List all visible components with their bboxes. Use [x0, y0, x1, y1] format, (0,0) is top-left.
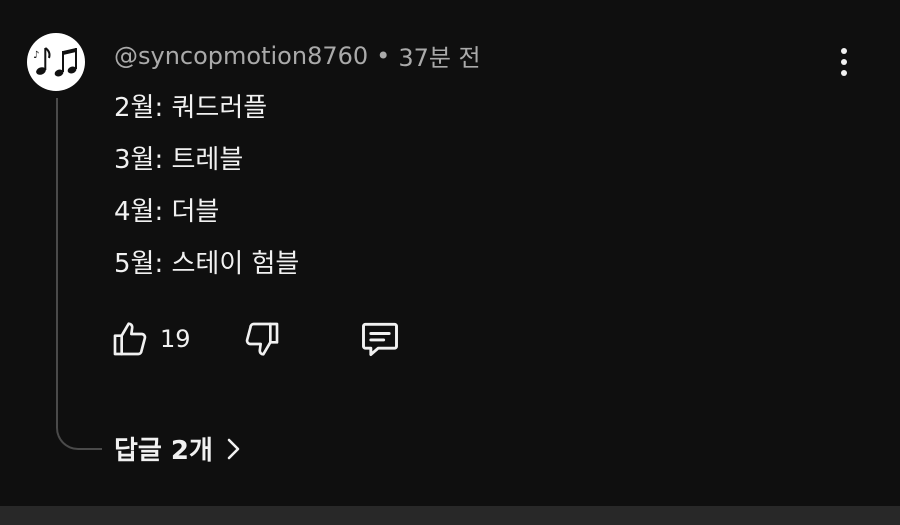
reply-button[interactable]: [358, 316, 402, 362]
comment-timestamp[interactable]: 37분 전: [398, 38, 480, 73]
thread-connector-line: [56, 98, 102, 450]
thumbs-down-icon: [245, 322, 279, 356]
author-handle[interactable]: @syncopmotion8760: [114, 42, 368, 70]
like-count: 19: [160, 325, 191, 353]
thumbs-up-icon: [113, 322, 147, 356]
comment-line: 4월: 더블: [114, 197, 220, 227]
comment-line: 3월: 트레블: [114, 145, 244, 175]
dislike-button[interactable]: [242, 316, 282, 362]
music-notes-icon: ♪: [33, 47, 77, 77]
replies-label: 답글 2개: [114, 436, 213, 466]
comment-meta: @syncopmotion8760 • 37분 전: [114, 38, 481, 73]
like-button[interactable]: 19: [110, 316, 191, 362]
comment-body: 2월: 쿼드러플 3월: 트레블 4월: 더블 5월: 스테이 험블: [114, 82, 299, 290]
view-replies-button[interactable]: 답글 2개: [114, 430, 243, 467]
svg-text:♪: ♪: [33, 50, 39, 61]
bottom-divider-bar: [0, 506, 900, 525]
comment-line: 5월: 스테이 험블: [114, 249, 300, 279]
chevron-right-icon: [227, 438, 240, 459]
more-options-button[interactable]: [830, 42, 858, 82]
comment-line: 2월: 쿼드러플: [114, 93, 268, 123]
comment-icon: [362, 322, 398, 357]
more-vert-icon: [841, 48, 847, 54]
meta-separator: •: [376, 41, 391, 70]
avatar[interactable]: ♪: [27, 33, 85, 91]
